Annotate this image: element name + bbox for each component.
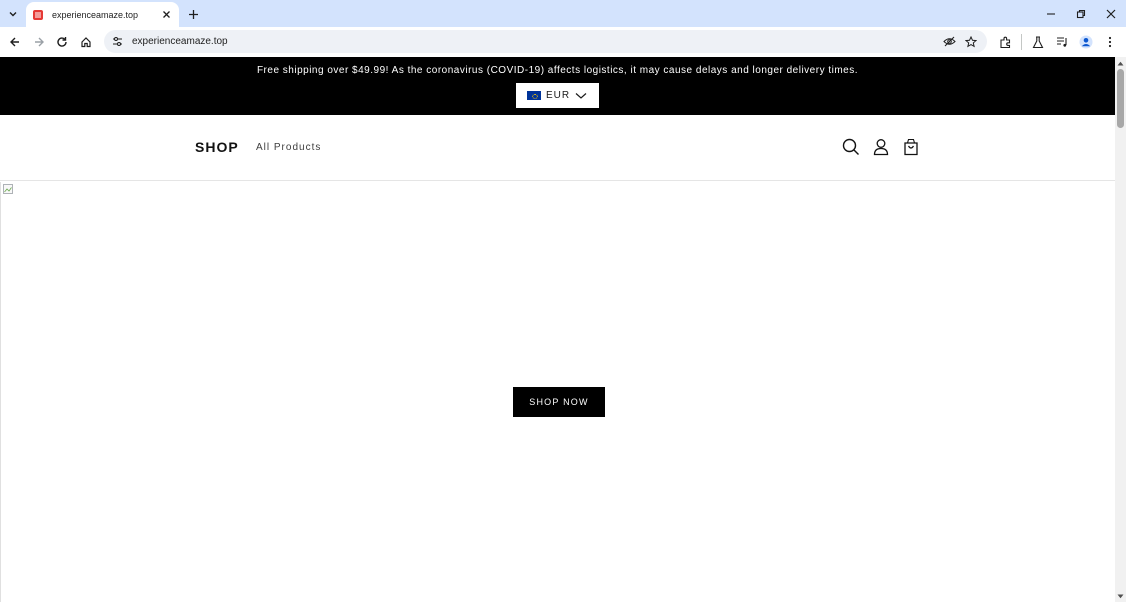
eu-flag-icon xyxy=(527,91,541,100)
new-tab-button[interactable] xyxy=(185,6,201,22)
announcement-bar: Free shipping over $49.99! As the corona… xyxy=(0,57,1115,115)
minimize-icon xyxy=(1047,12,1055,15)
close-icon xyxy=(162,11,170,18)
site-logo[interactable]: SHOP xyxy=(195,139,239,155)
arrow-right-icon xyxy=(35,37,44,47)
nav-link-all-products[interactable]: All Products xyxy=(256,142,321,153)
bookmark-star-icon[interactable] xyxy=(961,33,981,51)
reload-button[interactable] xyxy=(53,33,71,51)
browser-toolbar: experienceamaze.top xyxy=(0,27,1126,57)
site-header: SHOP All Products xyxy=(0,115,1115,181)
toolbar-actions xyxy=(993,32,1122,52)
home-icon xyxy=(81,37,91,48)
plus-icon xyxy=(188,9,198,19)
media-controls-icon[interactable] xyxy=(1050,32,1074,52)
toolbar-separator xyxy=(1021,34,1022,50)
tab-title: experienceamaze.top xyxy=(52,9,139,20)
home-button[interactable] xyxy=(77,33,95,51)
chevron-down-icon xyxy=(9,12,17,17)
hero-banner: SHOP NOW xyxy=(0,182,1115,602)
profile-avatar-icon[interactable] xyxy=(1074,32,1098,52)
currency-label: EUR xyxy=(546,90,571,101)
minimize-button[interactable] xyxy=(1036,0,1066,27)
broken-image-icon xyxy=(3,184,13,194)
cart-bag-icon[interactable] xyxy=(901,137,921,157)
more-menu-icon[interactable] xyxy=(1098,32,1122,52)
restore-button[interactable] xyxy=(1066,0,1096,27)
close-icon xyxy=(1106,9,1116,18)
scroll-down-arrow-icon[interactable] xyxy=(1115,592,1126,600)
close-window-button[interactable] xyxy=(1096,0,1126,27)
browser-tab[interactable]: experienceamaze.top xyxy=(26,2,179,27)
tab-close-button[interactable] xyxy=(159,8,173,22)
web-page: Free shipping over $49.99! As the corona… xyxy=(0,57,1115,602)
arrow-left-icon xyxy=(10,37,19,47)
labs-flask-icon[interactable] xyxy=(1026,32,1050,52)
reload-icon xyxy=(57,37,67,47)
forward-button[interactable] xyxy=(30,33,48,51)
restore-icon xyxy=(1076,9,1086,18)
back-button[interactable] xyxy=(6,33,24,51)
account-icon[interactable] xyxy=(871,137,891,157)
tab-search-button[interactable] xyxy=(4,5,22,23)
site-favicon-icon xyxy=(33,9,43,20)
site-info-icon[interactable] xyxy=(110,35,124,49)
browser-tabstrip: experienceamaze.top xyxy=(0,0,1126,27)
scrollbar-thumb[interactable] xyxy=(1117,69,1124,128)
shop-now-button[interactable]: SHOP NOW xyxy=(513,387,605,417)
extensions-icon[interactable] xyxy=(993,32,1017,52)
chevron-down-icon xyxy=(574,91,588,101)
scroll-up-arrow-icon[interactable] xyxy=(1115,59,1126,67)
address-bar-url: experienceamaze.top xyxy=(132,36,228,47)
search-icon[interactable] xyxy=(841,137,861,157)
page-scrollbar[interactable] xyxy=(1115,57,1126,602)
window-controls xyxy=(1036,0,1126,27)
currency-selector[interactable]: EUR xyxy=(516,83,599,108)
eye-off-icon[interactable] xyxy=(939,33,959,51)
address-bar[interactable]: experienceamaze.top xyxy=(104,30,987,53)
announcement-text: Free shipping over $49.99! As the corona… xyxy=(256,65,859,76)
